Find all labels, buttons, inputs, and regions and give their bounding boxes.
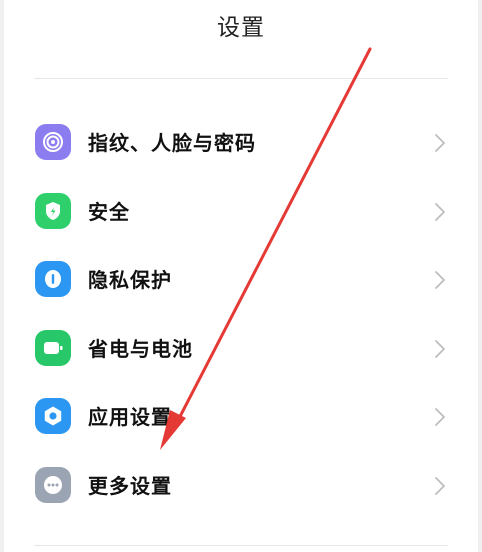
page-title: 设置: [217, 15, 265, 41]
shield-icon: [35, 192, 71, 229]
settings-list: 指纹、人脸与密码 安全 隐私保护 省电与电池 应用设置 更多设置: [0, 108, 482, 520]
chevron-right-icon: [435, 408, 445, 427]
chevron-right-icon: [435, 477, 445, 495]
settings-item-label: 指纹、人脸与密码: [88, 131, 256, 155]
settings-item-label: 隐私保护: [88, 268, 172, 293]
chevron-right-icon: [435, 202, 445, 221]
footer-divider: [34, 545, 448, 546]
gear-icon: [35, 398, 71, 435]
settings-item-more-settings[interactable]: 更多设置: [0, 451, 482, 520]
chevron-right-icon: [435, 339, 445, 358]
settings-item-label: 更多设置: [88, 473, 172, 498]
settings-item-label: 安全: [88, 199, 130, 224]
battery-icon: [35, 329, 71, 366]
settings-item-fingerprint-face-password[interactable]: 指纹、人脸与密码: [0, 108, 482, 177]
settings-item-battery[interactable]: 省电与电池: [0, 314, 482, 383]
more-icon: [35, 466, 71, 503]
settings-item-privacy[interactable]: 隐私保护: [0, 245, 482, 314]
privacy-icon: [35, 261, 71, 298]
settings-item-label: 应用设置: [88, 405, 172, 430]
chevron-right-icon: [435, 134, 445, 152]
chevron-right-icon: [435, 271, 445, 290]
settings-item-app-settings[interactable]: 应用设置: [0, 382, 482, 451]
settings-item-security[interactable]: 安全: [0, 177, 482, 246]
header-divider: [34, 78, 448, 79]
fingerprint-icon: [35, 124, 71, 160]
settings-item-label: 省电与电池: [88, 336, 193, 361]
